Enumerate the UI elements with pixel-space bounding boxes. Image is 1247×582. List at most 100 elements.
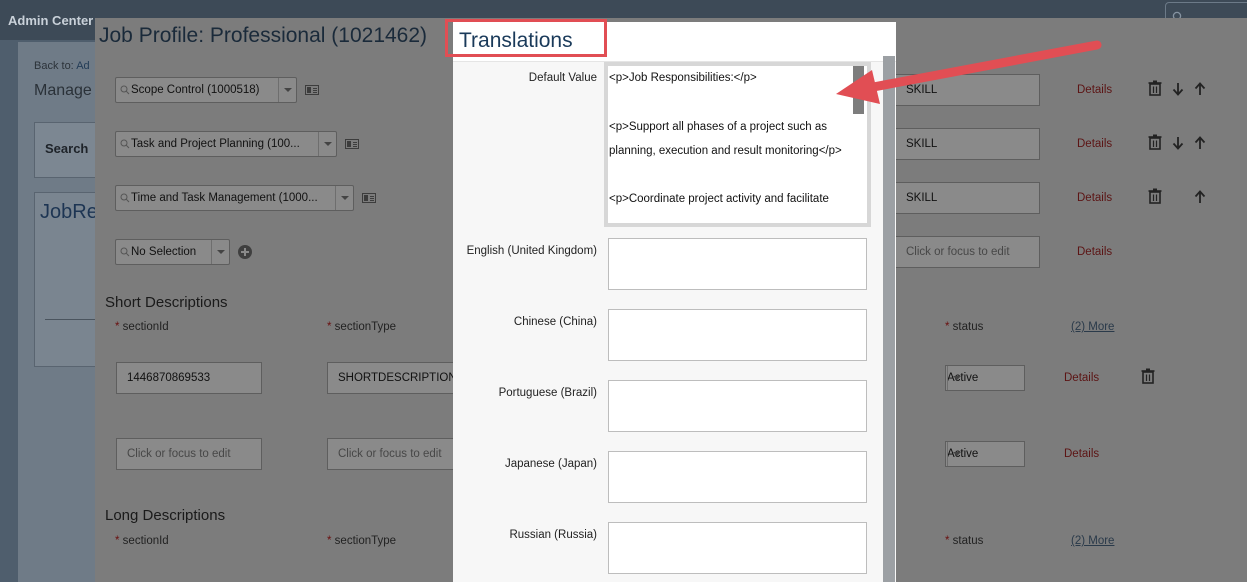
chevron-down-icon[interactable] [211,240,229,264]
skill-type-value: SKILL [906,84,938,96]
details-link[interactable]: Details [1077,246,1112,258]
manage-heading: Manage [34,82,92,99]
section-type-header: * sectionType [327,321,397,333]
search-icon [120,85,130,95]
trash-icon[interactable] [1141,368,1155,384]
section-type-field[interactable]: Click or focus to edit [327,438,457,470]
skill-combobox-value: No Selection [131,246,197,258]
job-req-heading: JobRe [40,201,98,223]
skill-combobox-value: Task and Project Planning (100... [131,138,300,150]
language-label: Portuguese (Brazil) [498,387,597,399]
section-id-header: * sectionId [115,535,169,547]
section-id-field[interactable]: Click or focus to edit [116,438,262,470]
skill-type-value: SKILL [906,192,938,204]
default-value-line: planning, execution and result monitorin… [609,145,842,157]
trash-icon[interactable] [1148,80,1162,96]
details-link[interactable]: Details [1077,138,1112,150]
dialog-scrollbar[interactable] [883,56,895,582]
search-icon [120,193,130,203]
skill-combobox-value: Scope Control (1000518) [131,84,260,96]
default-value-line: <p>Coordinate project activity and facil… [609,193,829,205]
default-value-label: Default Value [528,72,597,84]
details-link[interactable]: Details [1064,448,1099,460]
search-icon [120,139,130,149]
value-help-icon[interactable] [362,193,376,203]
skill-type-field[interactable]: Click or focus to edit [895,236,1040,268]
status-header: * status [945,321,984,333]
default-value-text: <p>Job Responsibilities:</p> <p>Support … [608,66,867,223]
chevron-down-icon[interactable] [947,366,965,390]
details-link[interactable]: Details [1077,84,1112,96]
default-value-line: <p>Job Responsibilities:</p> [609,72,757,84]
back-to-label: Back to: [34,60,74,72]
value-help-icon[interactable] [305,85,319,95]
details-link[interactable]: Details [1064,372,1099,384]
skill-combobox[interactable]: Time and Task Management (1000... [115,185,354,211]
translations-dialog: Translations Default Value <p>Job Respon… [445,19,896,582]
add-icon[interactable] [238,245,252,259]
arrow-up-icon[interactable] [1194,190,1206,204]
skill-type-field[interactable]: SKILL [895,182,1040,214]
translation-input-chinese[interactable] [608,309,867,361]
section-type-placeholder: Click or focus to edit [338,448,442,460]
section-id-header: * sectionId [115,321,169,333]
arrow-up-icon[interactable] [1194,136,1206,150]
more-columns-link[interactable]: (2) More [1071,321,1114,333]
translation-input-russian[interactable] [608,522,867,574]
trash-icon[interactable] [1148,188,1162,204]
skill-combobox[interactable]: Task and Project Planning (100... [115,131,337,157]
skill-type-value: SKILL [906,138,938,150]
status-select[interactable]: Active [945,441,1025,467]
skill-combobox[interactable]: No Selection [115,239,230,265]
job-profile-title: Job Profile: Professional (1021462) [99,24,428,47]
language-label: Chinese (China) [513,316,597,328]
section-type-field[interactable]: SHORTDESCRIPTION [327,362,457,394]
language-label: English (United Kingdom) [466,245,597,257]
status-select[interactable]: Active [945,365,1025,391]
section-id-placeholder: Click or focus to edit [127,448,231,460]
long-descriptions-heading: Long Descriptions [105,507,226,524]
skill-combobox-value: Time and Task Management (1000... [131,192,318,204]
skill-type-field[interactable]: SKILL [895,74,1040,106]
translation-input-english-uk[interactable] [608,238,867,290]
chevron-down-icon[interactable] [278,78,296,102]
status-header-text: status [952,321,984,333]
section-type-header-text: sectionType [334,535,397,547]
translation-input-japanese[interactable] [608,451,867,503]
back-to-link[interactable]: Ad [76,60,89,72]
short-descriptions-heading: Short Descriptions [105,294,228,311]
search-icon [120,247,130,257]
chevron-down-icon[interactable] [318,132,336,156]
section-type-value: SHORTDESCRIPTION [338,372,457,384]
section-type-header-text: sectionType [334,321,397,333]
skill-type-field[interactable]: SKILL [895,128,1040,160]
arrow-down-icon[interactable] [1172,136,1184,150]
status-header: * status [945,535,984,547]
section-id-field[interactable]: 1446870869533 [116,362,262,394]
default-value-line: <p>Support all phases of a project such … [609,121,828,133]
details-link[interactable]: Details [1077,192,1112,204]
back-to-breadcrumb: Back to: Ad [34,60,90,72]
admin-center-title: Admin Center [8,13,94,28]
translation-input-portuguese[interactable] [608,380,867,432]
trash-icon[interactable] [1148,134,1162,150]
default-value-scrollbar[interactable] [853,66,864,114]
section-type-header: * sectionType [327,535,397,547]
language-label: Japanese (Japan) [504,458,597,470]
default-value-box: <p>Job Responsibilities:</p> <p>Support … [604,62,871,227]
skill-combobox[interactable]: Scope Control (1000518) [115,77,297,103]
language-label: Russian (Russia) [509,529,597,541]
section-id-header-text: sectionId [122,535,169,547]
chevron-down-icon[interactable] [947,442,965,466]
skill-type-placeholder: Click or focus to edit [906,246,1010,258]
section-id-header-text: sectionId [122,321,169,333]
value-help-icon[interactable] [345,139,359,149]
status-header-text: status [952,535,984,547]
section-id-value: 1446870869533 [127,372,211,384]
search-button[interactable]: Search [45,141,88,156]
title-highlight-box [445,19,607,57]
more-columns-link[interactable]: (2) More [1071,535,1114,547]
arrow-down-icon[interactable] [1172,82,1184,96]
arrow-up-icon[interactable] [1194,82,1206,96]
chevron-down-icon[interactable] [335,186,353,210]
